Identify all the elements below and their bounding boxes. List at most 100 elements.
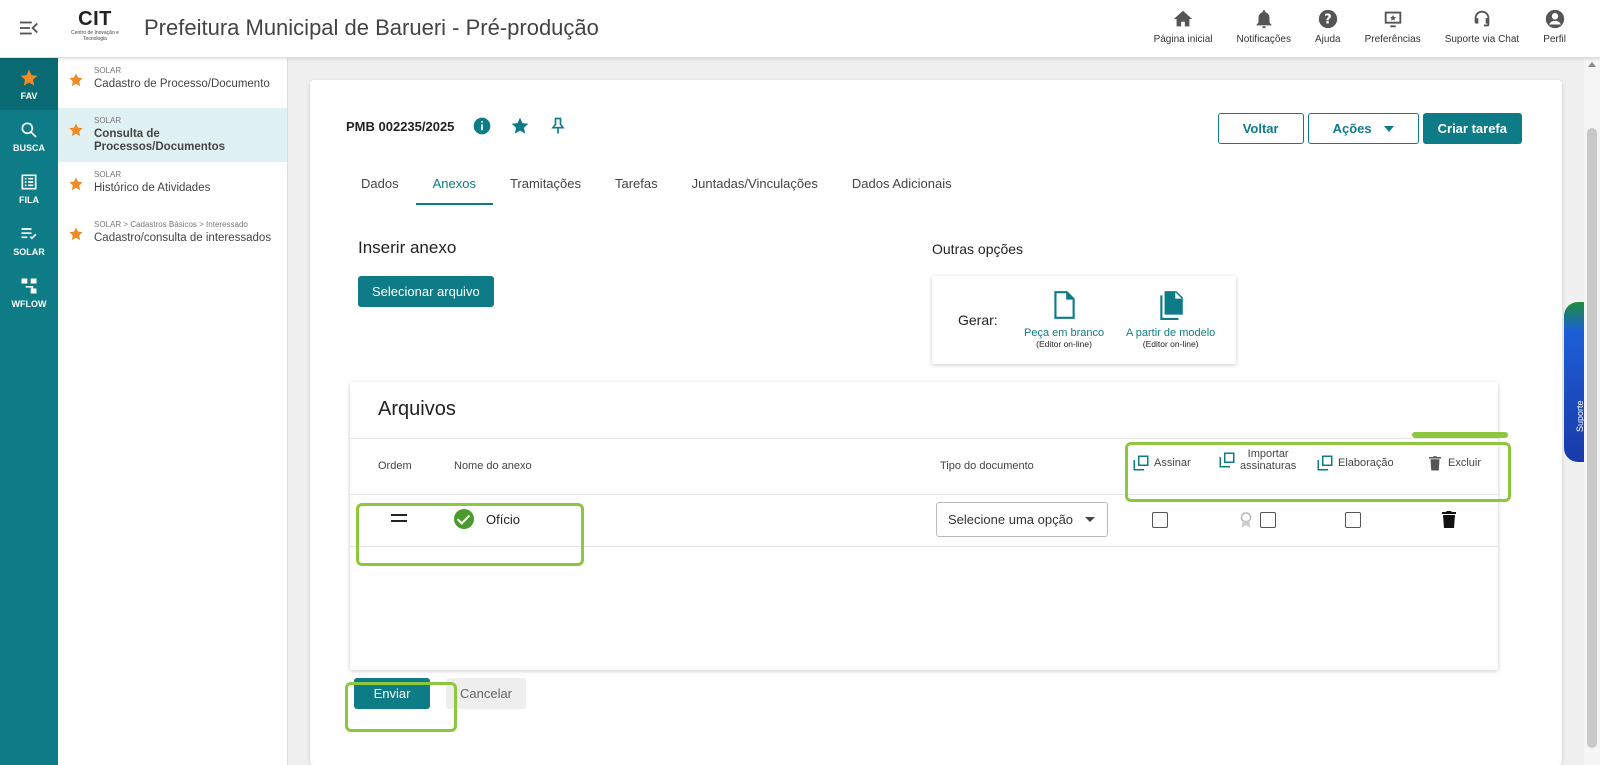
generate-label: Gerar:	[958, 312, 998, 328]
nav-notifications[interactable]: Notificações	[1225, 8, 1303, 45]
nav-profile-label: Perfil	[1543, 34, 1566, 45]
tab-dados[interactable]: Dados	[344, 168, 416, 205]
favorite-label: Consulta de Processos/Documentos	[94, 128, 226, 153]
cit-logo: CIT Centro de Inovação e Tecnologia	[70, 8, 120, 48]
back-button[interactable]: Voltar	[1217, 113, 1304, 144]
nav-chat-support[interactable]: Suporte via Chat	[1433, 8, 1532, 45]
blank-document-icon	[1054, 291, 1075, 319]
favorite-item-active[interactable]: SOLAR Consulta de Processos/Documentos	[58, 108, 287, 162]
workflow-icon	[21, 278, 37, 293]
blank-piece-option[interactable]: Peça em branco (Editor on-line)	[1024, 290, 1104, 349]
send-button[interactable]: Enviar	[354, 678, 430, 709]
col-name: Nome do anexo	[454, 460, 532, 472]
rail-solar[interactable]: SOLAR	[0, 214, 58, 266]
star-icon	[69, 227, 83, 241]
search-icon	[21, 122, 37, 138]
app-title: Prefeitura Municipal de Barueri - Pré-pr…	[144, 15, 599, 40]
rail-fav[interactable]: FAV	[0, 58, 58, 110]
star-icon	[69, 73, 83, 87]
star-icon	[69, 177, 83, 191]
nav-help[interactable]: ? Ajuda	[1303, 8, 1353, 45]
rail-workflow[interactable]: WFLOW	[0, 266, 58, 318]
nav-profile[interactable]: Perfil	[1531, 8, 1578, 45]
logo-text: CIT	[78, 8, 112, 30]
actions-dropdown[interactable]: Ações	[1307, 113, 1419, 144]
menu-collapse-icon[interactable]	[18, 17, 40, 39]
rail-search[interactable]: BUSCA	[0, 110, 58, 162]
home-icon	[1173, 10, 1193, 27]
drag-handle-icon[interactable]	[391, 514, 407, 522]
star-icon[interactable]	[510, 116, 530, 136]
divider	[350, 438, 1498, 439]
favorites-panel: SOLAR Cadastro de Processo/Documento SOL…	[58, 58, 288, 765]
rail-solar-label: SOLAR	[13, 246, 45, 257]
select-file-button[interactable]: Selecionar arquivo	[358, 276, 494, 307]
scroll-up-icon[interactable]	[1588, 62, 1596, 67]
favorite-crumb: SOLAR	[94, 170, 122, 179]
top-nav: Página inicial Notificações ? Ajuda Pref…	[1142, 8, 1578, 45]
blank-piece-label: Peça em branco	[1024, 327, 1105, 339]
action-bar: Voltar Ações Criar tarefa	[1217, 113, 1522, 144]
star-icon	[20, 69, 38, 86]
sign-checkbox[interactable]	[1152, 512, 1168, 528]
from-template-sub: (Editor on-line)	[1142, 339, 1199, 349]
elaboration-label: Elaboração	[1338, 457, 1394, 469]
logo-subtext: Centro de Inovação e Tecnologia	[71, 30, 119, 42]
top-header: CIT Centro de Inovação e Tecnologia Pref…	[0, 0, 1600, 58]
favorite-crumb: SOLAR > Cadastros Básicos > Interessado	[94, 220, 248, 229]
pin-icon[interactable]	[548, 116, 568, 136]
document-type-select[interactable]: Selecione uma opção	[936, 502, 1108, 537]
import-signatures-action[interactable]: Importar assinaturas	[1218, 448, 1296, 472]
copy-icon	[1133, 455, 1149, 471]
favorite-item[interactable]: SOLAR Histórico de Atividades	[58, 162, 287, 212]
tab-dados-adicionais[interactable]: Dados Adicionais	[835, 168, 969, 205]
nav-home-label: Página inicial	[1153, 34, 1213, 45]
profile-icon	[1545, 9, 1564, 29]
process-card: PMB 002235/2025 Voltar Ações Criar taref…	[310, 80, 1562, 765]
copy-icon	[1317, 455, 1333, 471]
divider	[350, 546, 1498, 547]
process-id: PMB 002235/2025	[346, 118, 455, 134]
files-section: Arquivos Ordem Nome do anexo Tipo do doc…	[350, 382, 1498, 670]
elaboration-checkbox[interactable]	[1345, 512, 1361, 528]
rail-workflow-label: WFLOW	[11, 298, 47, 309]
from-template-option[interactable]: A partir de modelo (Editor on-line)	[1126, 290, 1215, 349]
import-label-line1: Importar	[1247, 448, 1289, 460]
sign-all-action[interactable]: Assinar	[1132, 454, 1191, 472]
sign-label: Assinar	[1154, 457, 1191, 469]
import-label-line2: assinaturas	[1240, 460, 1297, 472]
nav-home[interactable]: Página inicial	[1142, 8, 1225, 45]
favorite-label: Cadastro/consulta de interessados	[94, 232, 272, 244]
favorite-item[interactable]: SOLAR Cadastro de Processo/Documento	[58, 58, 287, 108]
list-icon	[21, 174, 37, 189]
favorite-item[interactable]: SOLAR > Cadastros Básicos > Interessado …	[58, 212, 287, 262]
preferences-icon	[1384, 11, 1401, 28]
favorite-crumb: SOLAR	[94, 116, 122, 125]
delete-all-action[interactable]: Excluir	[1426, 454, 1481, 472]
tab-juntadas[interactable]: Juntadas/Vinculações	[675, 168, 835, 205]
check-circle-icon	[454, 509, 474, 529]
scrollbar-thumb[interactable]	[1587, 128, 1597, 748]
bell-icon	[1256, 10, 1272, 29]
files-title: Arquivos	[378, 398, 456, 420]
create-task-button[interactable]: Criar tarefa	[1422, 113, 1522, 144]
trash-icon[interactable]	[1442, 510, 1456, 528]
cancel-button[interactable]: Cancelar	[446, 678, 526, 709]
info-icon[interactable]	[472, 116, 492, 136]
import-signatures-checkbox[interactable]	[1260, 512, 1276, 528]
chevron-down-icon	[1383, 125, 1394, 132]
template-document-icon	[1159, 291, 1183, 320]
favorite-label: Histórico de Atividades	[94, 182, 211, 194]
tab-tramitacoes[interactable]: Tramitações	[493, 168, 598, 205]
import-signatures-label: Importar assinaturas	[1240, 448, 1296, 472]
nav-preferences[interactable]: Preferências	[1353, 8, 1433, 45]
tab-anexos[interactable]: Anexos	[415, 168, 493, 205]
tab-tarefas[interactable]: Tarefas	[598, 168, 675, 205]
elaboration-action[interactable]: Elaboração	[1316, 454, 1394, 472]
page-scrollbar[interactable]	[1584, 58, 1600, 765]
col-order: Ordem	[378, 460, 412, 472]
divider	[350, 494, 1498, 495]
favorite-crumb: SOLAR	[94, 66, 122, 75]
rail-queue[interactable]: FILA	[0, 162, 58, 214]
help-icon: ?	[1318, 9, 1337, 29]
